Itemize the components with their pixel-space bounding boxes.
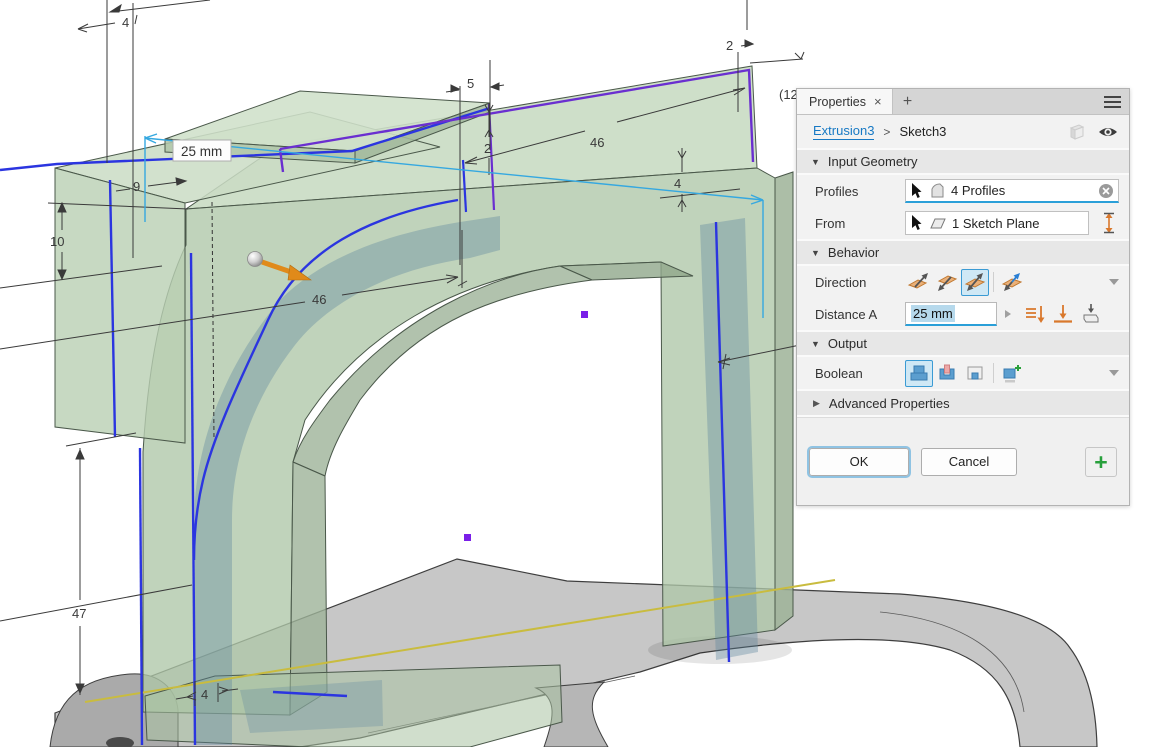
profiles-field[interactable]: 4 Profiles: [905, 179, 1119, 203]
direction-dropdown-caret[interactable]: [1109, 279, 1119, 285]
boolean-dropdown-caret[interactable]: [1109, 370, 1119, 376]
add-feature-button[interactable]: +: [1085, 447, 1117, 477]
breadcrumb-sketch[interactable]: Sketch3: [899, 124, 946, 139]
from-field[interactable]: 1 Sketch Plane: [905, 211, 1089, 235]
dimension-label: 10: [50, 234, 64, 249]
clear-selection-icon[interactable]: [1098, 183, 1114, 199]
dimension-label: 2: [484, 141, 491, 156]
close-tab-icon[interactable]: ×: [874, 94, 882, 109]
profiles-value: 4 Profiles: [951, 183, 1005, 198]
select-cursor-icon: [911, 215, 924, 231]
properties-panel: Properties × + Extrusion3 > Sketch3 ▼: [796, 88, 1130, 506]
sketch-plane-icon: [929, 216, 947, 231]
direction-default-button[interactable]: [905, 269, 933, 296]
sketch-point[interactable]: [464, 534, 471, 541]
boolean-new-solid-button[interactable]: [998, 360, 1026, 387]
extent-to-button[interactable]: [1049, 301, 1077, 328]
divider: [993, 272, 994, 292]
section-input-geometry-label: Input Geometry: [828, 154, 918, 169]
boolean-intersect-button[interactable]: [961, 360, 989, 387]
ok-button[interactable]: OK: [809, 448, 909, 476]
dimension-label: 5: [467, 76, 474, 91]
distance-expander-icon[interactable]: [1005, 310, 1011, 318]
dimension-label: 2: [726, 38, 733, 53]
flip-direction-icon[interactable]: [1099, 212, 1119, 234]
visibility-eye-icon[interactable]: [1097, 123, 1119, 141]
distance-tooltip-text: 25 mm: [181, 144, 222, 159]
profiles-row: Profiles 4 Profiles: [797, 175, 1129, 207]
boolean-row: Boolean: [797, 357, 1129, 389]
expand-triangle-icon: ▶: [813, 398, 820, 409]
section-input-geometry[interactable]: ▼ Input Geometry: [797, 148, 1129, 175]
cancel-button[interactable]: Cancel: [921, 448, 1017, 476]
collapse-triangle-icon: ▼: [811, 248, 820, 258]
collapse-triangle-icon: ▼: [811, 157, 820, 167]
select-cursor-icon: [911, 183, 924, 199]
panel-tabbar: Properties × +: [797, 89, 1129, 115]
direction-asymmetric-button[interactable]: [998, 269, 1026, 296]
collapse-triangle-icon: ▼: [811, 339, 820, 349]
dimension-label: 9: [133, 179, 140, 194]
dimension-label: 4: [122, 15, 129, 30]
boolean-join-button[interactable]: [905, 360, 933, 387]
divider: [993, 363, 994, 383]
section-behavior-label: Behavior: [828, 245, 879, 260]
from-label: From: [815, 216, 905, 231]
section-advanced-label: Advanced Properties: [829, 396, 950, 411]
breadcrumb-separator: >: [883, 125, 890, 139]
panel-footer: OK Cancel +: [797, 417, 1129, 505]
tab-properties-label: Properties: [809, 95, 866, 109]
panel-menu-icon[interactable]: [1095, 89, 1129, 114]
extent-to-face-button[interactable]: [1077, 301, 1105, 328]
dimension-label: 4: [201, 687, 208, 702]
section-output-label: Output: [828, 336, 867, 351]
tab-properties[interactable]: Properties ×: [797, 89, 893, 114]
distance-input[interactable]: 25 mm: [905, 302, 997, 326]
distance-tooltip: 25 mm: [173, 140, 231, 161]
app-stage: 4 5 2 46 2 (12) 9 10 46: [0, 0, 1156, 747]
distance-row: Distance A 25 mm: [797, 298, 1129, 330]
preview-cube-icon[interactable]: [1066, 122, 1087, 142]
dimension-label: 46: [312, 292, 326, 307]
profile-icon: [929, 183, 946, 199]
add-tab-button[interactable]: +: [893, 89, 923, 114]
extent-through-all-button[interactable]: [1021, 301, 1049, 328]
section-output[interactable]: ▼ Output: [797, 330, 1129, 357]
direction-symmetric-button[interactable]: [961, 269, 989, 296]
from-value: 1 Sketch Plane: [952, 216, 1039, 231]
section-behavior[interactable]: ▼ Behavior: [797, 239, 1129, 266]
manipulator-sphere: [248, 252, 263, 267]
direction-label: Direction: [815, 275, 905, 290]
distance-value: 25 mm: [911, 305, 955, 322]
direction-flipped-button[interactable]: [933, 269, 961, 296]
boolean-cut-button[interactable]: [933, 360, 961, 387]
distance-label: Distance A: [815, 307, 905, 322]
sketch-point[interactable]: [581, 311, 588, 318]
tabbar-spacer: [923, 89, 1095, 114]
profiles-label: Profiles: [815, 184, 905, 199]
dimension-label: 47: [72, 606, 86, 621]
breadcrumb-feature-link[interactable]: Extrusion3: [813, 123, 874, 140]
dimension-label: 4: [674, 176, 681, 191]
dimension-label: 46: [590, 135, 604, 150]
boolean-label: Boolean: [815, 366, 905, 381]
from-row: From 1 Sketch Plane: [797, 207, 1129, 239]
breadcrumb: Extrusion3 > Sketch3: [797, 115, 1129, 148]
section-advanced-properties[interactable]: ▶ Advanced Properties: [797, 389, 1129, 417]
direction-row: Direction: [797, 266, 1129, 298]
